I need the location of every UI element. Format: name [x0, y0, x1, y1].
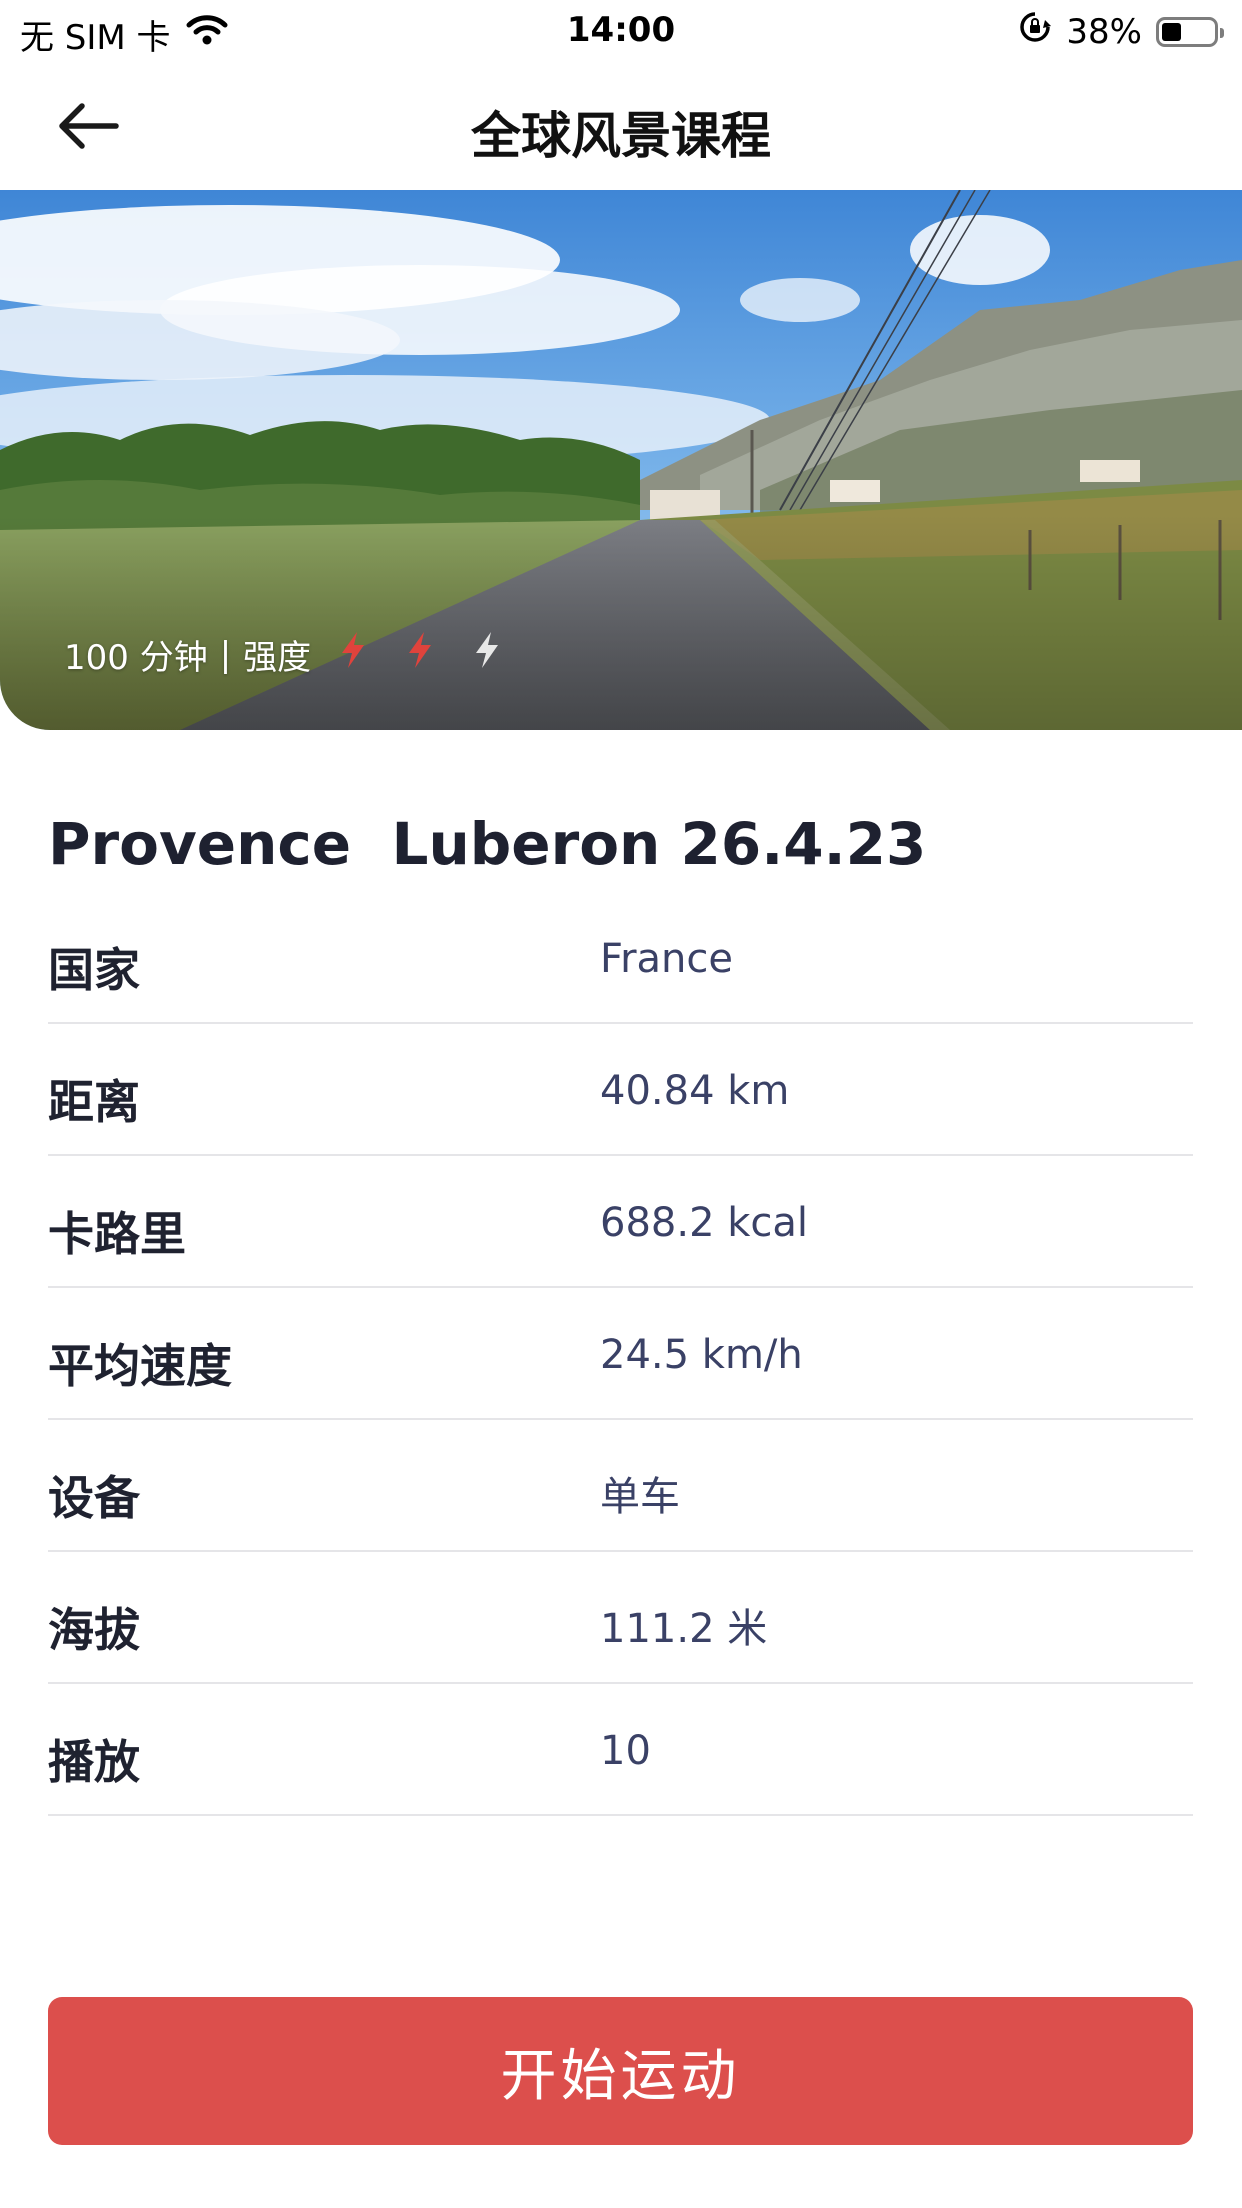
detail-value: 40.84 km: [600, 1068, 790, 1114]
detail-card-top: [0, 730, 1242, 790]
detail-label: 海拔: [48, 1603, 140, 1657]
detail-row-distance: 距离 40.84 km: [48, 1024, 1193, 1156]
start-workout-button[interactable]: 开始运动: [48, 1997, 1193, 2145]
intensity-bolt-icon: [406, 631, 434, 678]
detail-label: 距离: [48, 1075, 140, 1129]
detail-value: 111.2 米: [600, 1606, 768, 1652]
course-title: Provence Luberon 26.4.23: [48, 810, 927, 878]
detail-card-corner: [1182, 730, 1242, 790]
rotation-lock-icon: [1018, 10, 1052, 53]
detail-value: 24.5 km/h: [600, 1332, 803, 1378]
detail-label: 平均速度: [48, 1339, 232, 1393]
detail-row-equipment: 设备 单车: [48, 1420, 1193, 1552]
battery-icon: [1156, 16, 1224, 47]
detail-row-calories: 卡路里 688.2 kcal: [48, 1156, 1193, 1288]
detail-label: 国家: [48, 943, 140, 997]
nav-bar: 全球风景课程: [0, 66, 1242, 190]
detail-label: 卡路里: [48, 1207, 186, 1261]
meta-separator: |: [219, 634, 232, 675]
intensity-bolt-icon: [339, 631, 367, 678]
course-detail-list: 国家 France 距离 40.84 km 卡路里 688.2 kcal 平均速…: [48, 892, 1193, 1816]
detail-value: France: [600, 936, 734, 982]
status-right: 38%: [1018, 10, 1224, 53]
intensity-bolt-icon: [473, 631, 501, 678]
course-meta: 100 分钟 | 强度: [64, 630, 501, 679]
detail-label: 设备: [48, 1471, 140, 1525]
page-title: 全球风景课程: [471, 107, 771, 165]
detail-row-country: 国家 France: [48, 892, 1193, 1024]
detail-value: 单车: [600, 1474, 680, 1520]
battery-level: [1162, 22, 1181, 41]
detail-label: 播放: [48, 1735, 140, 1789]
detail-value: 688.2 kcal: [600, 1200, 809, 1246]
detail-row-plays: 播放 10: [48, 1684, 1193, 1816]
detail-row-avg-speed: 平均速度 24.5 km/h: [48, 1288, 1193, 1420]
detail-value: 10: [600, 1728, 651, 1774]
intensity-label: 强度: [243, 638, 312, 678]
course-hero-image: 100 分钟 | 强度: [0, 190, 1242, 730]
duration-label: 100 分钟: [64, 638, 208, 678]
detail-row-elevation: 海拔 111.2 米: [48, 1552, 1193, 1684]
intensity-rating: [311, 631, 501, 678]
battery-percent: 38%: [1066, 11, 1142, 52]
status-bar: 无 SIM 卡 14:00 38%: [0, 0, 1242, 66]
